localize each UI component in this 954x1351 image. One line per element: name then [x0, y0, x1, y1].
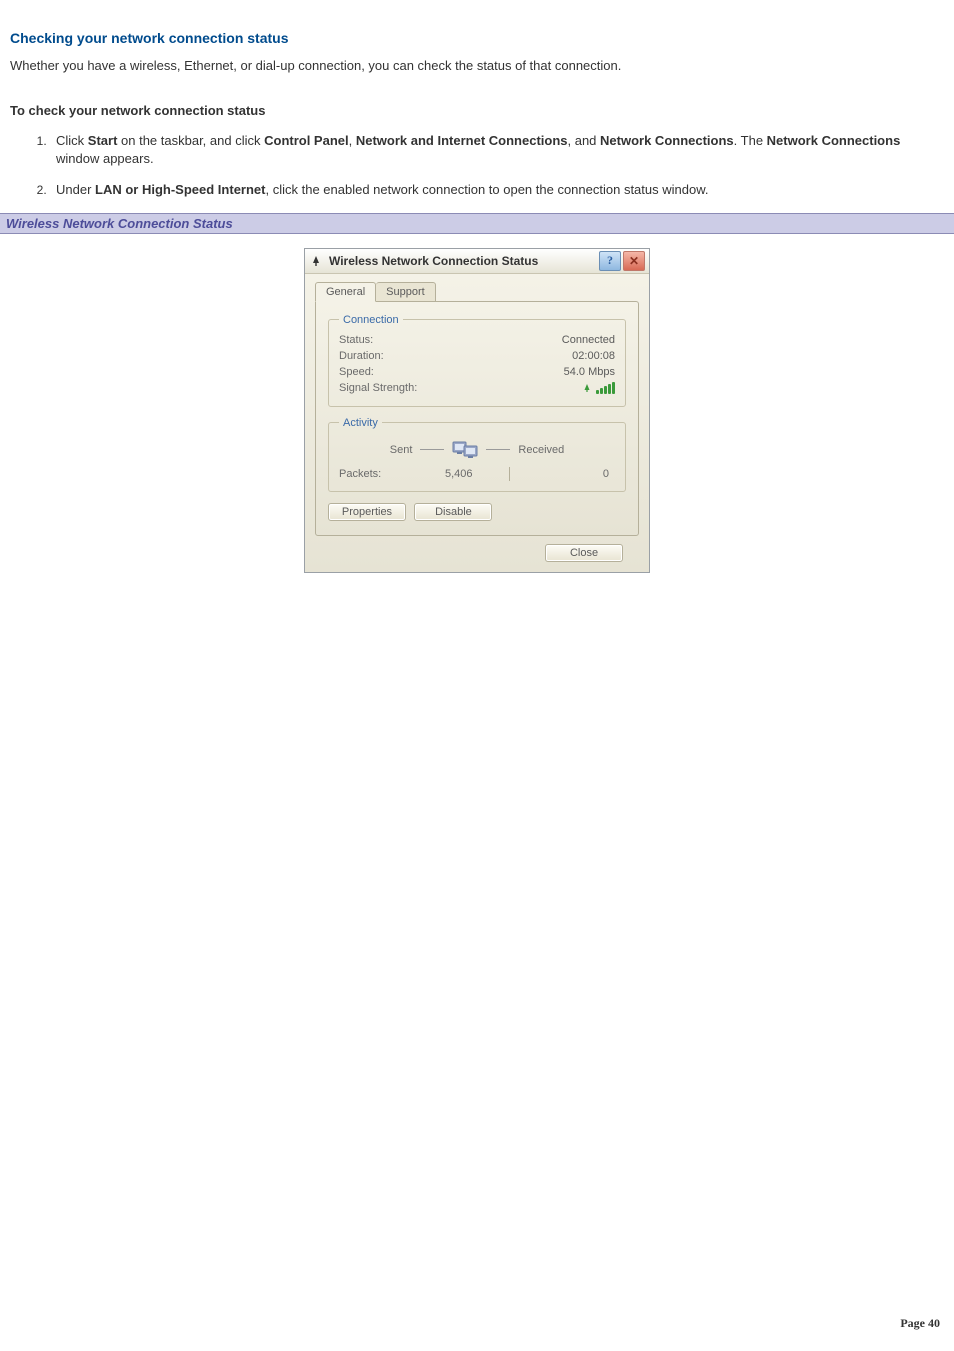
value-speed: 54.0 Mbps: [564, 366, 615, 378]
titlebar-close-button[interactable]: ✕: [623, 251, 645, 271]
computers-icon: [452, 439, 478, 461]
label-packets: Packets:: [339, 468, 409, 480]
row-signal: Signal Strength:: [339, 380, 615, 396]
dialog-titlebar: Wireless Network Connection Status ? ✕: [305, 249, 649, 274]
label-sent: Sent: [390, 444, 413, 456]
step-1-bold-cp: Control Panel: [264, 133, 349, 148]
properties-button[interactable]: Properties: [328, 503, 406, 521]
page-number-label: Page: [900, 1316, 928, 1330]
tab-general[interactable]: General: [315, 282, 376, 302]
step-1: Click Start on the taskbar, and click Co…: [50, 132, 944, 167]
dialog-body: General Support Connection Status: Conne…: [305, 274, 649, 572]
dialog-footer: Close: [315, 536, 639, 562]
value-packets-received: 0: [510, 468, 616, 480]
help-button[interactable]: ?: [599, 251, 621, 271]
connection-group: Connection Status: Connected Duration: 0…: [328, 314, 626, 407]
step-2-bold-lan: LAN or High-Speed Internet: [95, 182, 265, 197]
label-received: Received: [518, 444, 564, 456]
step-1-bold-nic: Network and Internet Connections: [356, 133, 568, 148]
step-2-text-c: , click the enabled network connection t…: [265, 182, 708, 197]
page-number: Page 40: [0, 1310, 954, 1341]
section-heading: Checking your network connection status: [10, 30, 944, 46]
label-signal: Signal Strength:: [339, 382, 417, 394]
step-1-text-g: , and: [568, 133, 601, 148]
intro-paragraph: Whether you have a wireless, Ethernet, o…: [10, 58, 944, 73]
value-duration: 02:00:08: [572, 350, 615, 362]
step-1-text-a: Click: [56, 133, 88, 148]
tab-strip: General Support: [315, 282, 639, 302]
procedure-subheading: To check your network connection status: [10, 103, 944, 118]
step-2-text-a: Under: [56, 182, 95, 197]
label-status: Status:: [339, 334, 373, 346]
step-1-text-i: . The: [734, 133, 767, 148]
wireless-icon: [309, 254, 323, 268]
page-number-value: 40: [928, 1316, 940, 1330]
label-duration: Duration:: [339, 350, 384, 362]
activity-header: Sent: [339, 439, 615, 461]
dialog-title: Wireless Network Connection Status: [329, 254, 597, 268]
value-status: Connected: [562, 334, 615, 346]
step-2: Under LAN or High-Speed Internet, click …: [50, 181, 944, 199]
signal-bars-icon: [596, 382, 615, 394]
step-1-text-e: ,: [349, 133, 356, 148]
close-button[interactable]: Close: [545, 544, 623, 562]
row-duration: Duration: 02:00:08: [339, 348, 615, 364]
tab-panel-general: Connection Status: Connected Duration: 0…: [315, 301, 639, 536]
connection-group-legend: Connection: [339, 314, 403, 326]
step-1-text-k: window appears.: [56, 151, 154, 166]
dialog-container: Wireless Network Connection Status ? ✕ G…: [10, 248, 944, 573]
step-1-text-c: on the taskbar, and click: [117, 133, 264, 148]
row-status: Status: Connected: [339, 332, 615, 348]
step-1-bold-start: Start: [88, 133, 118, 148]
signal-wireless-icon: [582, 383, 592, 393]
activity-group-legend: Activity: [339, 417, 382, 429]
row-packets: Packets: 5,406 0: [339, 463, 615, 481]
value-signal: [582, 382, 615, 394]
tab-support[interactable]: Support: [376, 282, 436, 302]
step-1-bold-nc1: Network Connections: [600, 133, 734, 148]
disable-button[interactable]: Disable: [414, 503, 492, 521]
connection-status-dialog: Wireless Network Connection Status ? ✕ G…: [304, 248, 650, 573]
document-page: Checking your network connection status …: [0, 0, 954, 1310]
activity-line-right: [486, 449, 510, 450]
value-packets-sent: 5,406: [409, 468, 509, 480]
figure-caption: Wireless Network Connection Status: [0, 213, 954, 234]
steps-list: Click Start on the taskbar, and click Co…: [30, 132, 944, 199]
activity-group: Activity Sent: [328, 417, 626, 492]
activity-line-left: [420, 449, 444, 450]
step-1-bold-nc2: Network Connections: [767, 133, 901, 148]
action-button-row: Properties Disable: [328, 502, 626, 521]
label-speed: Speed:: [339, 366, 374, 378]
row-speed: Speed: 54.0 Mbps: [339, 364, 615, 380]
